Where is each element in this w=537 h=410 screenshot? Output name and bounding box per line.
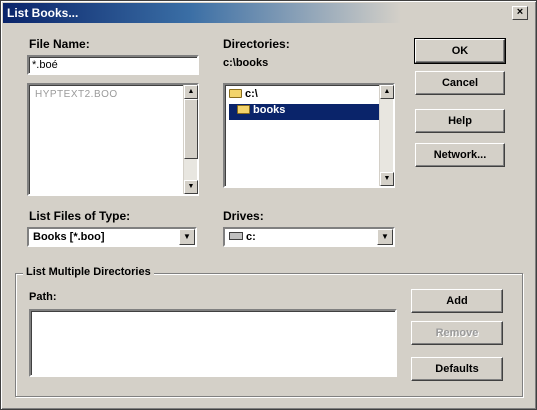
file-list-item[interactable]: HYPTEXT2.BOO [29, 85, 197, 104]
file-list[interactable]: HYPTEXT2.BOO ▲ ▼ [27, 83, 199, 196]
file-list-scrollbar[interactable]: ▲ ▼ [183, 85, 198, 194]
close-button[interactable]: × [512, 6, 528, 20]
multiple-directories-legend: List Multiple Directories [23, 266, 154, 278]
file-type-select[interactable]: Books [*.boo] ▼ [27, 227, 197, 247]
directory-tree-scrollbar[interactable]: ▲ ▼ [379, 85, 394, 186]
dialog-title: List Books... [7, 6, 79, 20]
directory-item-label: books [253, 104, 286, 116]
file-name-label: File Name: [29, 37, 90, 51]
remove-button[interactable]: Remove [411, 321, 503, 345]
file-name-input[interactable] [27, 55, 199, 75]
cancel-button[interactable]: Cancel [415, 71, 505, 95]
path-field[interactable] [29, 309, 397, 377]
title-bar[interactable]: List Books... × [3, 3, 534, 23]
scroll-down-icon[interactable]: ▼ [184, 180, 198, 194]
drives-value: c: [229, 231, 256, 243]
directory-tree[interactable]: c:\ books ▲ ▼ [223, 83, 395, 188]
current-directory-path: c:\books [223, 57, 269, 69]
file-type-value: Books [*.boo] [33, 231, 105, 243]
defaults-button[interactable]: Defaults [411, 357, 503, 381]
scroll-thumb[interactable] [184, 99, 198, 159]
hard-drive-icon [229, 232, 243, 240]
chevron-down-icon[interactable]: ▼ [377, 229, 393, 245]
directories-label: Directories: [223, 37, 290, 51]
file-type-label: List Files of Type: [29, 209, 131, 223]
directory-item-label: c:\ [245, 88, 258, 100]
help-button[interactable]: Help [415, 109, 505, 133]
directory-item-root[interactable]: c:\ [229, 88, 258, 104]
directory-item-books[interactable]: books [229, 104, 379, 120]
scroll-up-icon[interactable]: ▲ [380, 85, 394, 99]
ok-button[interactable]: OK [414, 38, 506, 64]
scroll-up-icon[interactable]: ▲ [184, 85, 198, 99]
open-folder-icon [237, 105, 250, 114]
list-books-dialog: List Books... × File Name: HYPTEXT2.BOO … [0, 0, 537, 410]
add-button[interactable]: Add [411, 289, 503, 313]
chevron-down-icon[interactable]: ▼ [179, 229, 195, 245]
drives-label: Drives: [223, 209, 264, 223]
scroll-down-icon[interactable]: ▼ [380, 172, 394, 186]
drives-value-text: c: [246, 231, 256, 243]
network-button[interactable]: Network... [415, 143, 505, 167]
open-folder-icon [229, 89, 242, 98]
drives-select[interactable]: c: ▼ [223, 227, 395, 247]
path-label: Path: [29, 291, 57, 303]
